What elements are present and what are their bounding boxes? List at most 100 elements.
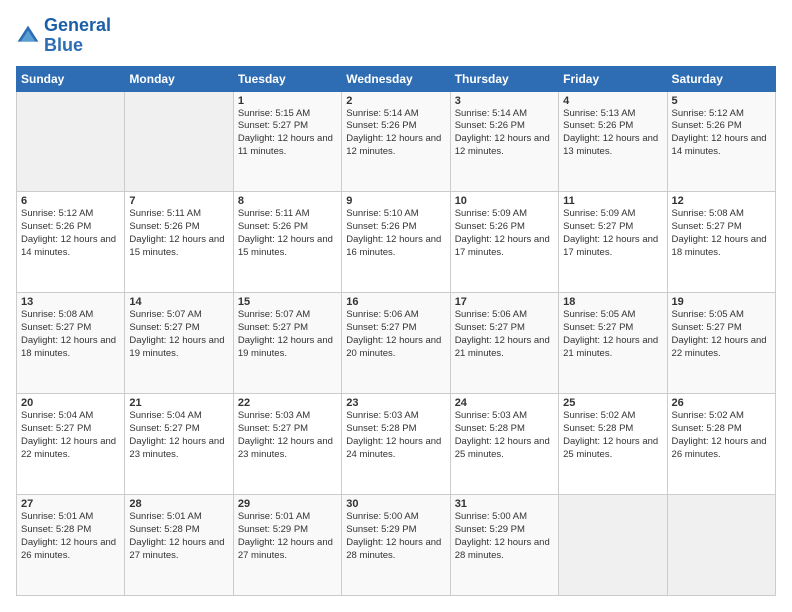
calendar-cell: 7Sunrise: 5:11 AM Sunset: 5:26 PM Daylig…	[125, 192, 233, 293]
calendar-cell	[667, 495, 775, 596]
weekday-header-tuesday: Tuesday	[233, 66, 341, 91]
calendar-cell: 19Sunrise: 5:05 AM Sunset: 5:27 PM Dayli…	[667, 293, 775, 394]
day-number: 25	[563, 397, 662, 409]
day-detail: Sunrise: 5:03 AM Sunset: 5:28 PM Dayligh…	[346, 410, 445, 461]
day-detail: Sunrise: 5:11 AM Sunset: 5:26 PM Dayligh…	[129, 208, 228, 259]
day-number: 16	[346, 296, 445, 308]
day-detail: Sunrise: 5:06 AM Sunset: 5:27 PM Dayligh…	[455, 309, 554, 360]
day-number: 27	[21, 498, 120, 510]
day-detail: Sunrise: 5:01 AM Sunset: 5:29 PM Dayligh…	[238, 511, 337, 562]
day-detail: Sunrise: 5:08 AM Sunset: 5:27 PM Dayligh…	[21, 309, 120, 360]
calendar-cell: 13Sunrise: 5:08 AM Sunset: 5:27 PM Dayli…	[17, 293, 125, 394]
calendar-cell: 14Sunrise: 5:07 AM Sunset: 5:27 PM Dayli…	[125, 293, 233, 394]
day-number: 4	[563, 95, 662, 107]
calendar-cell: 15Sunrise: 5:07 AM Sunset: 5:27 PM Dayli…	[233, 293, 341, 394]
day-detail: Sunrise: 5:05 AM Sunset: 5:27 PM Dayligh…	[672, 309, 771, 360]
week-row-5: 27Sunrise: 5:01 AM Sunset: 5:28 PM Dayli…	[17, 495, 776, 596]
weekday-header-monday: Monday	[125, 66, 233, 91]
day-number: 20	[21, 397, 120, 409]
calendar-cell: 27Sunrise: 5:01 AM Sunset: 5:28 PM Dayli…	[17, 495, 125, 596]
day-detail: Sunrise: 5:09 AM Sunset: 5:27 PM Dayligh…	[563, 208, 662, 259]
day-detail: Sunrise: 5:13 AM Sunset: 5:26 PM Dayligh…	[563, 108, 662, 159]
day-detail: Sunrise: 5:01 AM Sunset: 5:28 PM Dayligh…	[21, 511, 120, 562]
calendar-cell: 3Sunrise: 5:14 AM Sunset: 5:26 PM Daylig…	[450, 91, 558, 192]
day-number: 18	[563, 296, 662, 308]
day-number: 28	[129, 498, 228, 510]
calendar-cell: 30Sunrise: 5:00 AM Sunset: 5:29 PM Dayli…	[342, 495, 450, 596]
day-number: 10	[455, 195, 554, 207]
day-detail: Sunrise: 5:05 AM Sunset: 5:27 PM Dayligh…	[563, 309, 662, 360]
day-number: 15	[238, 296, 337, 308]
day-number: 21	[129, 397, 228, 409]
calendar-cell	[125, 91, 233, 192]
day-detail: Sunrise: 5:12 AM Sunset: 5:26 PM Dayligh…	[672, 108, 771, 159]
day-detail: Sunrise: 5:14 AM Sunset: 5:26 PM Dayligh…	[455, 108, 554, 159]
calendar-cell: 6Sunrise: 5:12 AM Sunset: 5:26 PM Daylig…	[17, 192, 125, 293]
calendar-cell: 28Sunrise: 5:01 AM Sunset: 5:28 PM Dayli…	[125, 495, 233, 596]
day-detail: Sunrise: 5:03 AM Sunset: 5:27 PM Dayligh…	[238, 410, 337, 461]
calendar-cell: 31Sunrise: 5:00 AM Sunset: 5:29 PM Dayli…	[450, 495, 558, 596]
day-number: 13	[21, 296, 120, 308]
week-row-2: 6Sunrise: 5:12 AM Sunset: 5:26 PM Daylig…	[17, 192, 776, 293]
day-number: 7	[129, 195, 228, 207]
calendar-cell: 1Sunrise: 5:15 AM Sunset: 5:27 PM Daylig…	[233, 91, 341, 192]
day-number: 1	[238, 95, 337, 107]
calendar-cell: 12Sunrise: 5:08 AM Sunset: 5:27 PM Dayli…	[667, 192, 775, 293]
day-detail: Sunrise: 5:07 AM Sunset: 5:27 PM Dayligh…	[238, 309, 337, 360]
day-number: 9	[346, 195, 445, 207]
day-number: 11	[563, 195, 662, 207]
calendar-cell: 20Sunrise: 5:04 AM Sunset: 5:27 PM Dayli…	[17, 394, 125, 495]
day-detail: Sunrise: 5:00 AM Sunset: 5:29 PM Dayligh…	[455, 511, 554, 562]
day-detail: Sunrise: 5:02 AM Sunset: 5:28 PM Dayligh…	[563, 410, 662, 461]
calendar-cell: 2Sunrise: 5:14 AM Sunset: 5:26 PM Daylig…	[342, 91, 450, 192]
day-detail: Sunrise: 5:00 AM Sunset: 5:29 PM Dayligh…	[346, 511, 445, 562]
calendar-cell: 24Sunrise: 5:03 AM Sunset: 5:28 PM Dayli…	[450, 394, 558, 495]
day-number: 12	[672, 195, 771, 207]
day-number: 23	[346, 397, 445, 409]
day-detail: Sunrise: 5:11 AM Sunset: 5:26 PM Dayligh…	[238, 208, 337, 259]
day-number: 6	[21, 195, 120, 207]
calendar-cell: 25Sunrise: 5:02 AM Sunset: 5:28 PM Dayli…	[559, 394, 667, 495]
calendar-cell: 17Sunrise: 5:06 AM Sunset: 5:27 PM Dayli…	[450, 293, 558, 394]
week-row-4: 20Sunrise: 5:04 AM Sunset: 5:27 PM Dayli…	[17, 394, 776, 495]
day-detail: Sunrise: 5:07 AM Sunset: 5:27 PM Dayligh…	[129, 309, 228, 360]
calendar-cell: 9Sunrise: 5:10 AM Sunset: 5:26 PM Daylig…	[342, 192, 450, 293]
weekday-header-sunday: Sunday	[17, 66, 125, 91]
calendar-cell: 16Sunrise: 5:06 AM Sunset: 5:27 PM Dayli…	[342, 293, 450, 394]
calendar-table: SundayMondayTuesdayWednesdayThursdayFrid…	[16, 66, 776, 596]
header: General Blue	[16, 16, 776, 56]
calendar-cell: 21Sunrise: 5:04 AM Sunset: 5:27 PM Dayli…	[125, 394, 233, 495]
weekday-header-saturday: Saturday	[667, 66, 775, 91]
day-detail: Sunrise: 5:10 AM Sunset: 5:26 PM Dayligh…	[346, 208, 445, 259]
calendar-cell: 26Sunrise: 5:02 AM Sunset: 5:28 PM Dayli…	[667, 394, 775, 495]
calendar-cell	[17, 91, 125, 192]
day-number: 5	[672, 95, 771, 107]
calendar-cell: 10Sunrise: 5:09 AM Sunset: 5:26 PM Dayli…	[450, 192, 558, 293]
logo-icon	[16, 24, 40, 48]
logo: General Blue	[16, 16, 111, 56]
day-number: 24	[455, 397, 554, 409]
calendar-cell: 29Sunrise: 5:01 AM Sunset: 5:29 PM Dayli…	[233, 495, 341, 596]
logo-text: General Blue	[44, 16, 111, 56]
day-detail: Sunrise: 5:15 AM Sunset: 5:27 PM Dayligh…	[238, 108, 337, 159]
day-number: 17	[455, 296, 554, 308]
day-number: 22	[238, 397, 337, 409]
day-number: 19	[672, 296, 771, 308]
calendar-cell: 4Sunrise: 5:13 AM Sunset: 5:26 PM Daylig…	[559, 91, 667, 192]
day-number: 3	[455, 95, 554, 107]
day-number: 29	[238, 498, 337, 510]
day-number: 26	[672, 397, 771, 409]
day-detail: Sunrise: 5:12 AM Sunset: 5:26 PM Dayligh…	[21, 208, 120, 259]
day-number: 8	[238, 195, 337, 207]
calendar-cell: 18Sunrise: 5:05 AM Sunset: 5:27 PM Dayli…	[559, 293, 667, 394]
calendar-cell	[559, 495, 667, 596]
day-number: 31	[455, 498, 554, 510]
page: General Blue SundayMondayTuesdayWednesda…	[0, 0, 792, 612]
day-detail: Sunrise: 5:09 AM Sunset: 5:26 PM Dayligh…	[455, 208, 554, 259]
calendar-cell: 23Sunrise: 5:03 AM Sunset: 5:28 PM Dayli…	[342, 394, 450, 495]
weekday-header-friday: Friday	[559, 66, 667, 91]
calendar-cell: 8Sunrise: 5:11 AM Sunset: 5:26 PM Daylig…	[233, 192, 341, 293]
week-row-3: 13Sunrise: 5:08 AM Sunset: 5:27 PM Dayli…	[17, 293, 776, 394]
day-detail: Sunrise: 5:06 AM Sunset: 5:27 PM Dayligh…	[346, 309, 445, 360]
day-detail: Sunrise: 5:14 AM Sunset: 5:26 PM Dayligh…	[346, 108, 445, 159]
